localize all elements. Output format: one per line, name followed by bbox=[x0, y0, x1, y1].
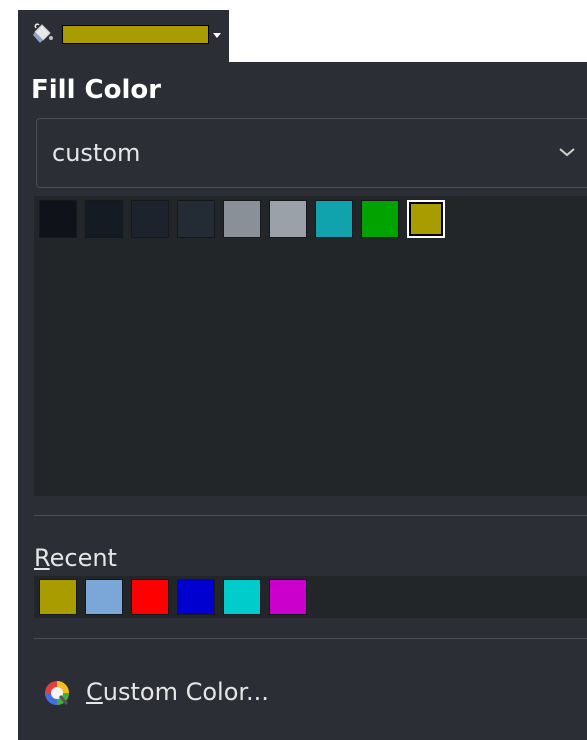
palette-swatch-grid bbox=[34, 196, 587, 496]
color-swatch[interactable] bbox=[269, 200, 307, 238]
recent-color-swatch[interactable] bbox=[177, 579, 215, 615]
recent-label-mnemonic: R bbox=[34, 544, 50, 572]
color-wheel-icon bbox=[45, 681, 69, 705]
recent-color-swatch[interactable] bbox=[223, 579, 261, 615]
palette-select-value: custom bbox=[52, 139, 141, 167]
divider bbox=[34, 638, 587, 639]
custom-color-label-text: ustom Color... bbox=[102, 678, 269, 706]
color-swatch[interactable] bbox=[177, 200, 215, 238]
recent-color-swatch[interactable] bbox=[269, 579, 307, 615]
recent-label: Recent bbox=[34, 542, 117, 574]
custom-color-button[interactable]: Custom Color... bbox=[34, 668, 454, 716]
chevron-down-icon[interactable] bbox=[557, 145, 577, 159]
palette-select[interactable]: custom bbox=[36, 118, 587, 188]
recent-color-swatch[interactable] bbox=[39, 579, 77, 615]
color-swatch[interactable] bbox=[361, 200, 399, 238]
recent-color-swatch[interactable] bbox=[85, 579, 123, 615]
recent-colors-row bbox=[34, 576, 587, 618]
recent-label-text: ecent bbox=[49, 544, 117, 572]
fill-color-popup: Fill Color custom Recent Custom Color... bbox=[18, 62, 587, 740]
color-swatch[interactable] bbox=[315, 200, 353, 238]
custom-color-mnemonic: C bbox=[86, 678, 103, 706]
dropdown-arrow-icon[interactable] bbox=[211, 23, 223, 47]
recent-color-swatch[interactable] bbox=[131, 579, 169, 615]
current-fill-color-preview bbox=[62, 25, 209, 44]
color-swatch[interactable] bbox=[223, 200, 261, 238]
color-swatch[interactable] bbox=[39, 200, 77, 238]
paint-bucket-icon bbox=[33, 23, 53, 43]
color-swatch[interactable] bbox=[131, 200, 169, 238]
popup-title: Fill Color bbox=[31, 75, 162, 105]
custom-color-label: Custom Color... bbox=[86, 676, 269, 708]
divider bbox=[34, 515, 587, 516]
color-swatch[interactable] bbox=[407, 200, 445, 238]
fill-color-toolbar-button[interactable] bbox=[18, 10, 229, 62]
background-edge bbox=[0, 0, 18, 740]
color-swatch[interactable] bbox=[85, 200, 123, 238]
